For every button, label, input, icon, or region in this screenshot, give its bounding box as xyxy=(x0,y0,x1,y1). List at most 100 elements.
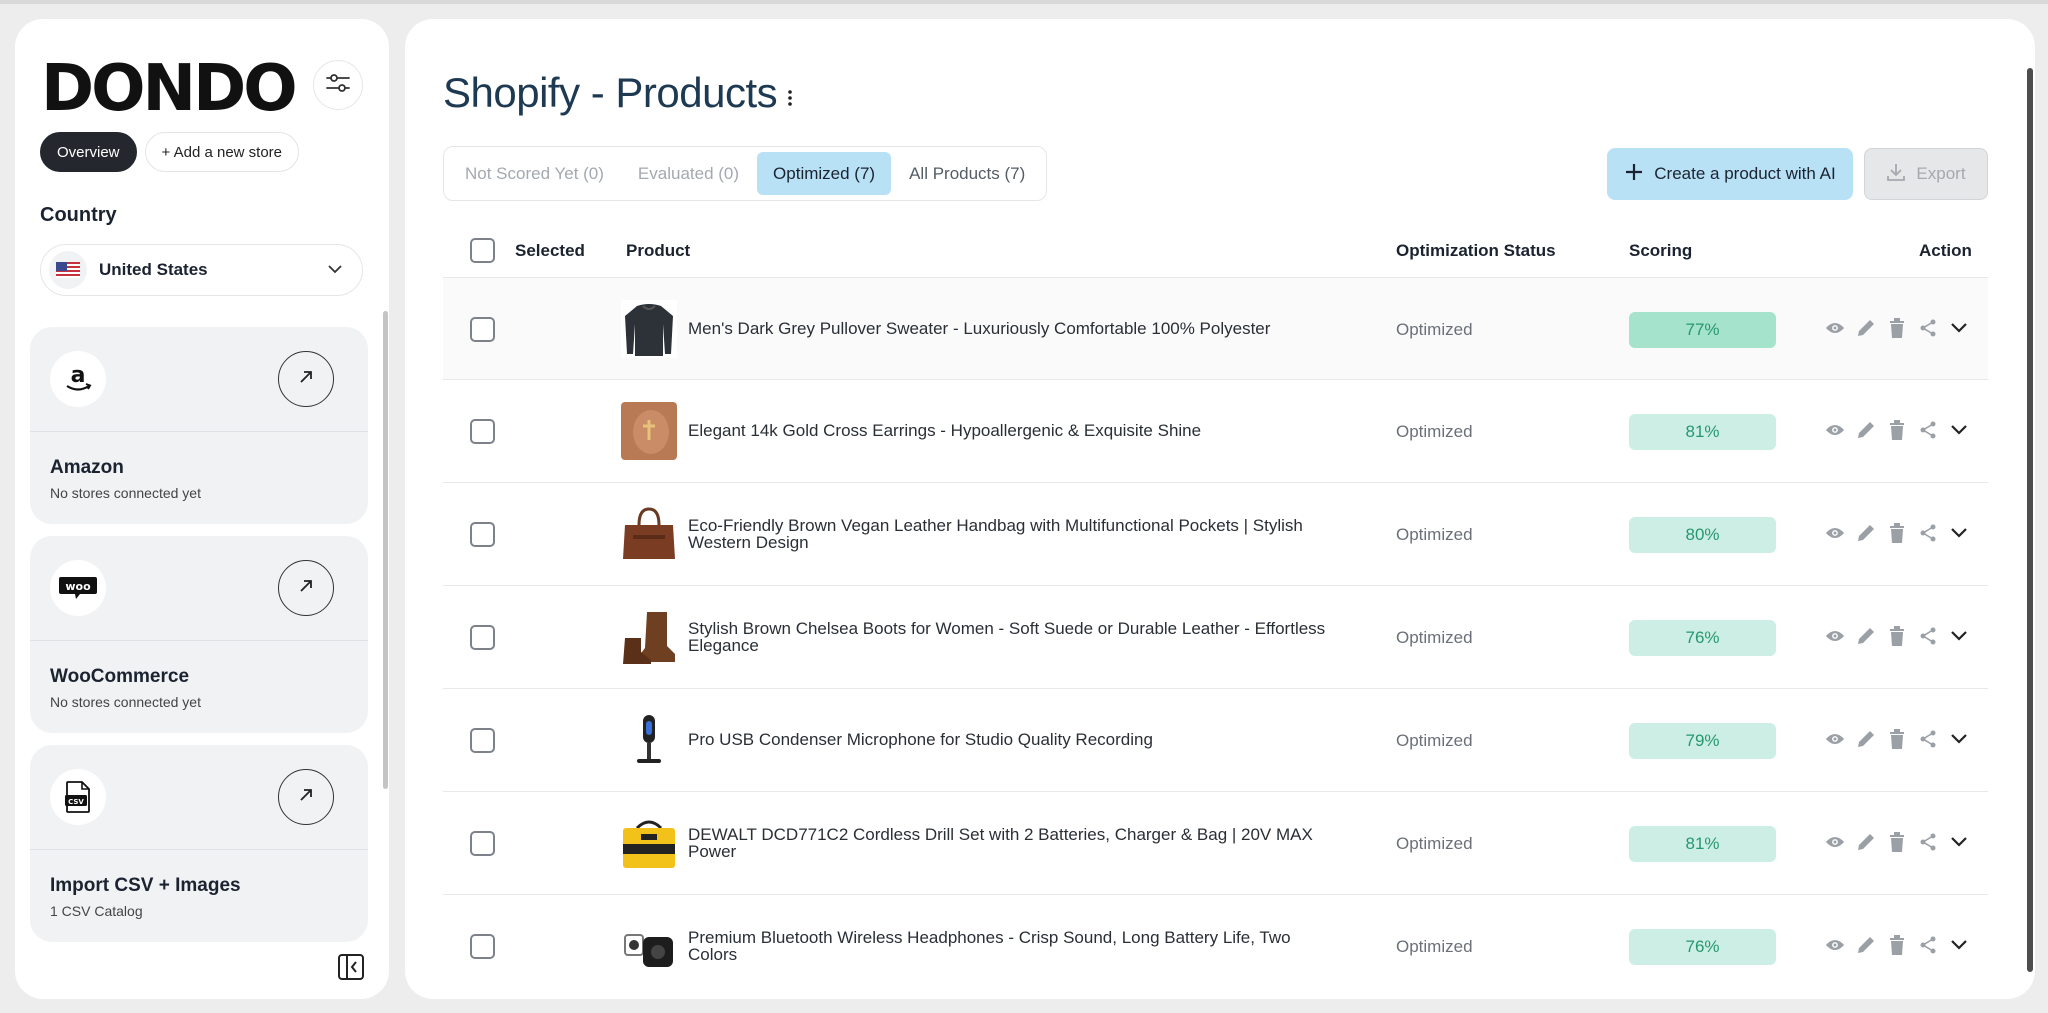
edit-pencil-icon[interactable] xyxy=(1856,521,1876,545)
row-checkbox[interactable] xyxy=(470,625,495,650)
product-name[interactable]: Eco-Friendly Brown Vegan Leather Handbag… xyxy=(688,517,1328,551)
trash-icon[interactable] xyxy=(1887,521,1907,545)
row-checkbox[interactable] xyxy=(470,728,495,753)
column-scoring: Scoring xyxy=(1629,241,1693,260)
row-checkbox[interactable] xyxy=(470,317,495,342)
amazon-logo-icon: a xyxy=(50,351,106,407)
product-thumbnail xyxy=(621,814,677,872)
row-actions xyxy=(1825,316,1969,340)
table-row[interactable]: Stylish Brown Chelsea Boots for Women - … xyxy=(443,586,1988,689)
tab-not-scored[interactable]: Not Scored Yet (0) xyxy=(449,152,620,195)
card-divider xyxy=(30,849,368,850)
trash-icon[interactable] xyxy=(1887,316,1907,340)
sidebar-scrollbar[interactable] xyxy=(383,311,388,789)
score-badge: 79% xyxy=(1629,723,1776,759)
country-value: United States xyxy=(99,260,208,279)
trash-icon[interactable] xyxy=(1887,624,1907,648)
store-subtitle: 1 CSV Catalog xyxy=(50,903,143,919)
share-icon[interactable] xyxy=(1918,624,1938,648)
woo-logo-icon: woo xyxy=(50,560,106,616)
tab-optimized[interactable]: Optimized (7) xyxy=(757,152,892,195)
optimization-status: Optimized xyxy=(1396,731,1473,750)
table-row[interactable]: Men's Dark Grey Pullover Sweater - Luxur… xyxy=(443,277,1988,380)
row-checkbox[interactable] xyxy=(470,522,495,547)
product-name[interactable]: Stylish Brown Chelsea Boots for Women - … xyxy=(688,620,1328,654)
store-card-woocommerce: woo WooCommerce No stores connected yet xyxy=(30,536,368,733)
row-actions xyxy=(1825,830,1969,854)
filter-settings-button[interactable] xyxy=(313,60,363,110)
store-card-amazon: a Amazon No stores connected yet xyxy=(30,327,368,524)
import-csv-button[interactable] xyxy=(278,769,334,825)
product-name[interactable]: Pro USB Condenser Microphone for Studio … xyxy=(688,731,1328,748)
share-icon[interactable] xyxy=(1918,418,1938,442)
eye-icon[interactable] xyxy=(1825,933,1845,957)
edit-pencil-icon[interactable] xyxy=(1856,624,1876,648)
table-row[interactable]: Pro USB Condenser Microphone for Studio … xyxy=(443,689,1988,792)
table-row[interactable]: Eco-Friendly Brown Vegan Leather Handbag… xyxy=(443,483,1988,586)
chevron-down-icon[interactable] xyxy=(1949,521,1969,545)
product-name[interactable]: Premium Bluetooth Wireless Headphones - … xyxy=(688,929,1328,963)
eye-icon[interactable] xyxy=(1825,316,1845,340)
trash-icon[interactable] xyxy=(1887,830,1907,854)
chevron-down-icon[interactable] xyxy=(1949,624,1969,648)
store-subtitle: No stores connected yet xyxy=(50,694,201,710)
chevron-down-icon[interactable] xyxy=(1949,418,1969,442)
collapse-sidebar-button[interactable] xyxy=(337,953,365,986)
connect-woocommerce-button[interactable] xyxy=(278,560,334,616)
product-name[interactable]: DEWALT DCD771C2 Cordless Drill Set with … xyxy=(688,826,1328,860)
eye-icon[interactable] xyxy=(1825,727,1845,751)
edit-pencil-icon[interactable] xyxy=(1856,830,1876,854)
edit-pencil-icon[interactable] xyxy=(1856,727,1876,751)
brand-logo: DONDO xyxy=(41,52,298,126)
add-store-pill[interactable]: + Add a new store xyxy=(144,132,300,172)
edit-pencil-icon[interactable] xyxy=(1856,418,1876,442)
country-label: Country xyxy=(40,204,117,226)
product-thumbnail xyxy=(621,711,677,769)
store-name: WooCommerce xyxy=(50,666,190,687)
edit-pencil-icon[interactable] xyxy=(1856,316,1876,340)
select-all-checkbox[interactable] xyxy=(470,238,495,263)
trash-icon[interactable] xyxy=(1887,933,1907,957)
score-badge: 81% xyxy=(1629,414,1776,450)
chevron-down-icon[interactable] xyxy=(1949,727,1969,751)
eye-icon[interactable] xyxy=(1825,521,1845,545)
row-checkbox[interactable] xyxy=(470,934,495,959)
eye-icon[interactable] xyxy=(1825,830,1845,854)
tab-all-products[interactable]: All Products (7) xyxy=(893,152,1041,195)
product-thumbnail xyxy=(621,917,677,975)
trash-icon[interactable] xyxy=(1887,727,1907,751)
table-row[interactable]: DEWALT DCD771C2 Cordless Drill Set with … xyxy=(443,792,1988,895)
score-badge: 77% xyxy=(1629,312,1776,348)
optimization-status: Optimized xyxy=(1396,422,1473,441)
connect-amazon-button[interactable] xyxy=(278,351,334,407)
eye-icon[interactable] xyxy=(1825,418,1845,442)
product-name[interactable]: Elegant 14k Gold Cross Earrings - Hypoal… xyxy=(688,422,1328,439)
table-row[interactable]: Premium Bluetooth Wireless Headphones - … xyxy=(443,895,1988,998)
column-action: Action xyxy=(1919,241,1972,260)
export-button[interactable]: Export xyxy=(1864,148,1988,200)
country-select[interactable]: United States xyxy=(40,244,363,296)
create-product-ai-button[interactable]: Create a product with AI xyxy=(1607,148,1853,200)
chevron-down-icon[interactable] xyxy=(1949,933,1969,957)
score-badge: 76% xyxy=(1629,620,1776,656)
row-checkbox[interactable] xyxy=(470,419,495,444)
share-icon[interactable] xyxy=(1918,521,1938,545)
chevron-down-icon[interactable] xyxy=(1949,316,1969,340)
chevron-down-icon[interactable] xyxy=(1949,830,1969,854)
trash-icon[interactable] xyxy=(1887,418,1907,442)
edit-pencil-icon[interactable] xyxy=(1856,933,1876,957)
tab-evaluated[interactable]: Evaluated (0) xyxy=(622,152,755,195)
vertical-dots-icon xyxy=(787,90,793,111)
overview-pill[interactable]: Overview xyxy=(40,132,137,172)
share-icon[interactable] xyxy=(1918,727,1938,751)
sidebar: DONDO Overview + Add a new store Country… xyxy=(15,19,389,999)
share-icon[interactable] xyxy=(1918,933,1938,957)
more-options-button[interactable] xyxy=(787,89,793,112)
row-checkbox[interactable] xyxy=(470,831,495,856)
share-icon[interactable] xyxy=(1918,830,1938,854)
eye-icon[interactable] xyxy=(1825,624,1845,648)
product-name[interactable]: Men's Dark Grey Pullover Sweater - Luxur… xyxy=(688,320,1328,337)
table-row[interactable]: Elegant 14k Gold Cross Earrings - Hypoal… xyxy=(443,380,1988,483)
main-scrollbar[interactable] xyxy=(2027,68,2033,972)
share-icon[interactable] xyxy=(1918,316,1938,340)
